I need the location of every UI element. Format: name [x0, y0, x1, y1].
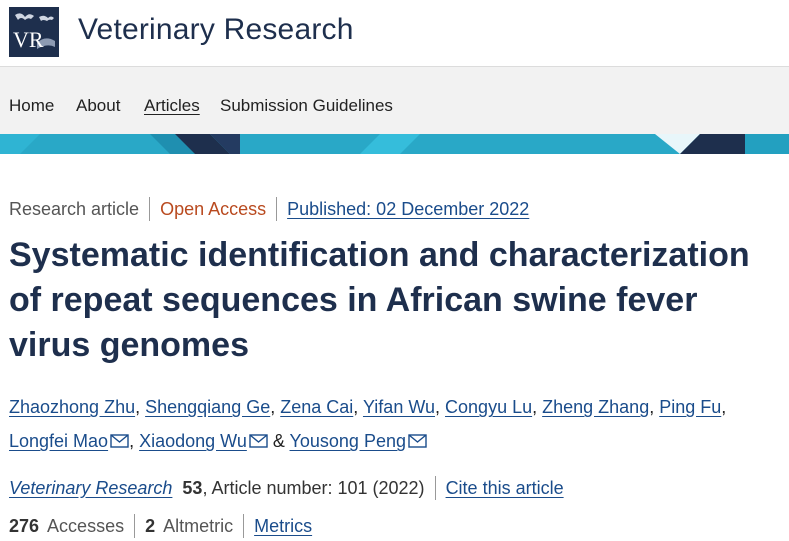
- article-number: , Article number: 101 (2022): [202, 477, 425, 498]
- envelope-icon[interactable]: [249, 434, 268, 448]
- author-link[interactable]: Zheng Zhang: [542, 397, 649, 417]
- nav-home[interactable]: Home: [9, 96, 54, 116]
- article-type: Research article: [9, 198, 140, 219]
- divider: [149, 197, 151, 221]
- author-link[interactable]: Xiaodong Wu: [139, 431, 247, 451]
- logo-text: VR: [13, 27, 44, 52]
- article-metrics: 276 Accesses 2 Altmetric Metrics: [9, 514, 312, 538]
- metrics-link[interactable]: Metrics: [254, 516, 312, 537]
- journal-title[interactable]: Veterinary Research: [78, 13, 354, 47]
- altmetric-label: Altmetric: [163, 515, 234, 536]
- nav-articles[interactable]: Articles: [144, 96, 200, 116]
- divider: [276, 197, 278, 221]
- site-header: VR Veterinary Research: [0, 0, 789, 66]
- citation-info: Veterinary Research 53 , Article number:…: [9, 476, 564, 500]
- open-access-badge: Open Access: [160, 198, 267, 219]
- author-link[interactable]: Longfei Mao: [9, 431, 108, 451]
- published-date-link[interactable]: Published: 02 December 2022: [287, 199, 529, 220]
- author-list: Zhaozhong Zhu, Shengqiang Ge, Zena Cai, …: [9, 397, 727, 451]
- main-nav: Home About Articles Submission Guideline…: [0, 66, 789, 134]
- nav-submission-guidelines[interactable]: Submission Guidelines: [220, 96, 393, 116]
- volume-number: 53: [182, 477, 203, 498]
- author-link[interactable]: Zhaozhong Zhu: [9, 397, 135, 417]
- divider: [434, 476, 436, 500]
- author-link[interactable]: Yousong Peng: [290, 431, 406, 451]
- author-link[interactable]: Ping Fu: [659, 397, 721, 417]
- author-link[interactable]: Congyu Lu: [445, 397, 532, 417]
- divider: [134, 514, 136, 538]
- author-link[interactable]: Shengqiang Ge: [145, 397, 270, 417]
- article-meta: Research article Open Access Published: …: [9, 197, 529, 221]
- article-title: Systematic identification and characteri…: [9, 236, 750, 364]
- divider: [243, 514, 245, 538]
- author-link[interactable]: Yifan Wu: [363, 397, 435, 417]
- decorative-banner: [0, 134, 789, 154]
- altmetric-count: 2: [145, 515, 156, 536]
- nav-about[interactable]: About: [76, 96, 120, 116]
- accesses-count: 276: [9, 515, 40, 536]
- journal-logo[interactable]: VR: [9, 7, 59, 57]
- envelope-icon[interactable]: [408, 434, 427, 448]
- cite-this-article-link[interactable]: Cite this article: [446, 478, 564, 499]
- envelope-icon[interactable]: [110, 434, 129, 448]
- journal-link[interactable]: Veterinary Research: [9, 478, 172, 499]
- author-link[interactable]: Zena Cai: [280, 397, 353, 417]
- accesses-label: Accesses: [47, 515, 125, 536]
